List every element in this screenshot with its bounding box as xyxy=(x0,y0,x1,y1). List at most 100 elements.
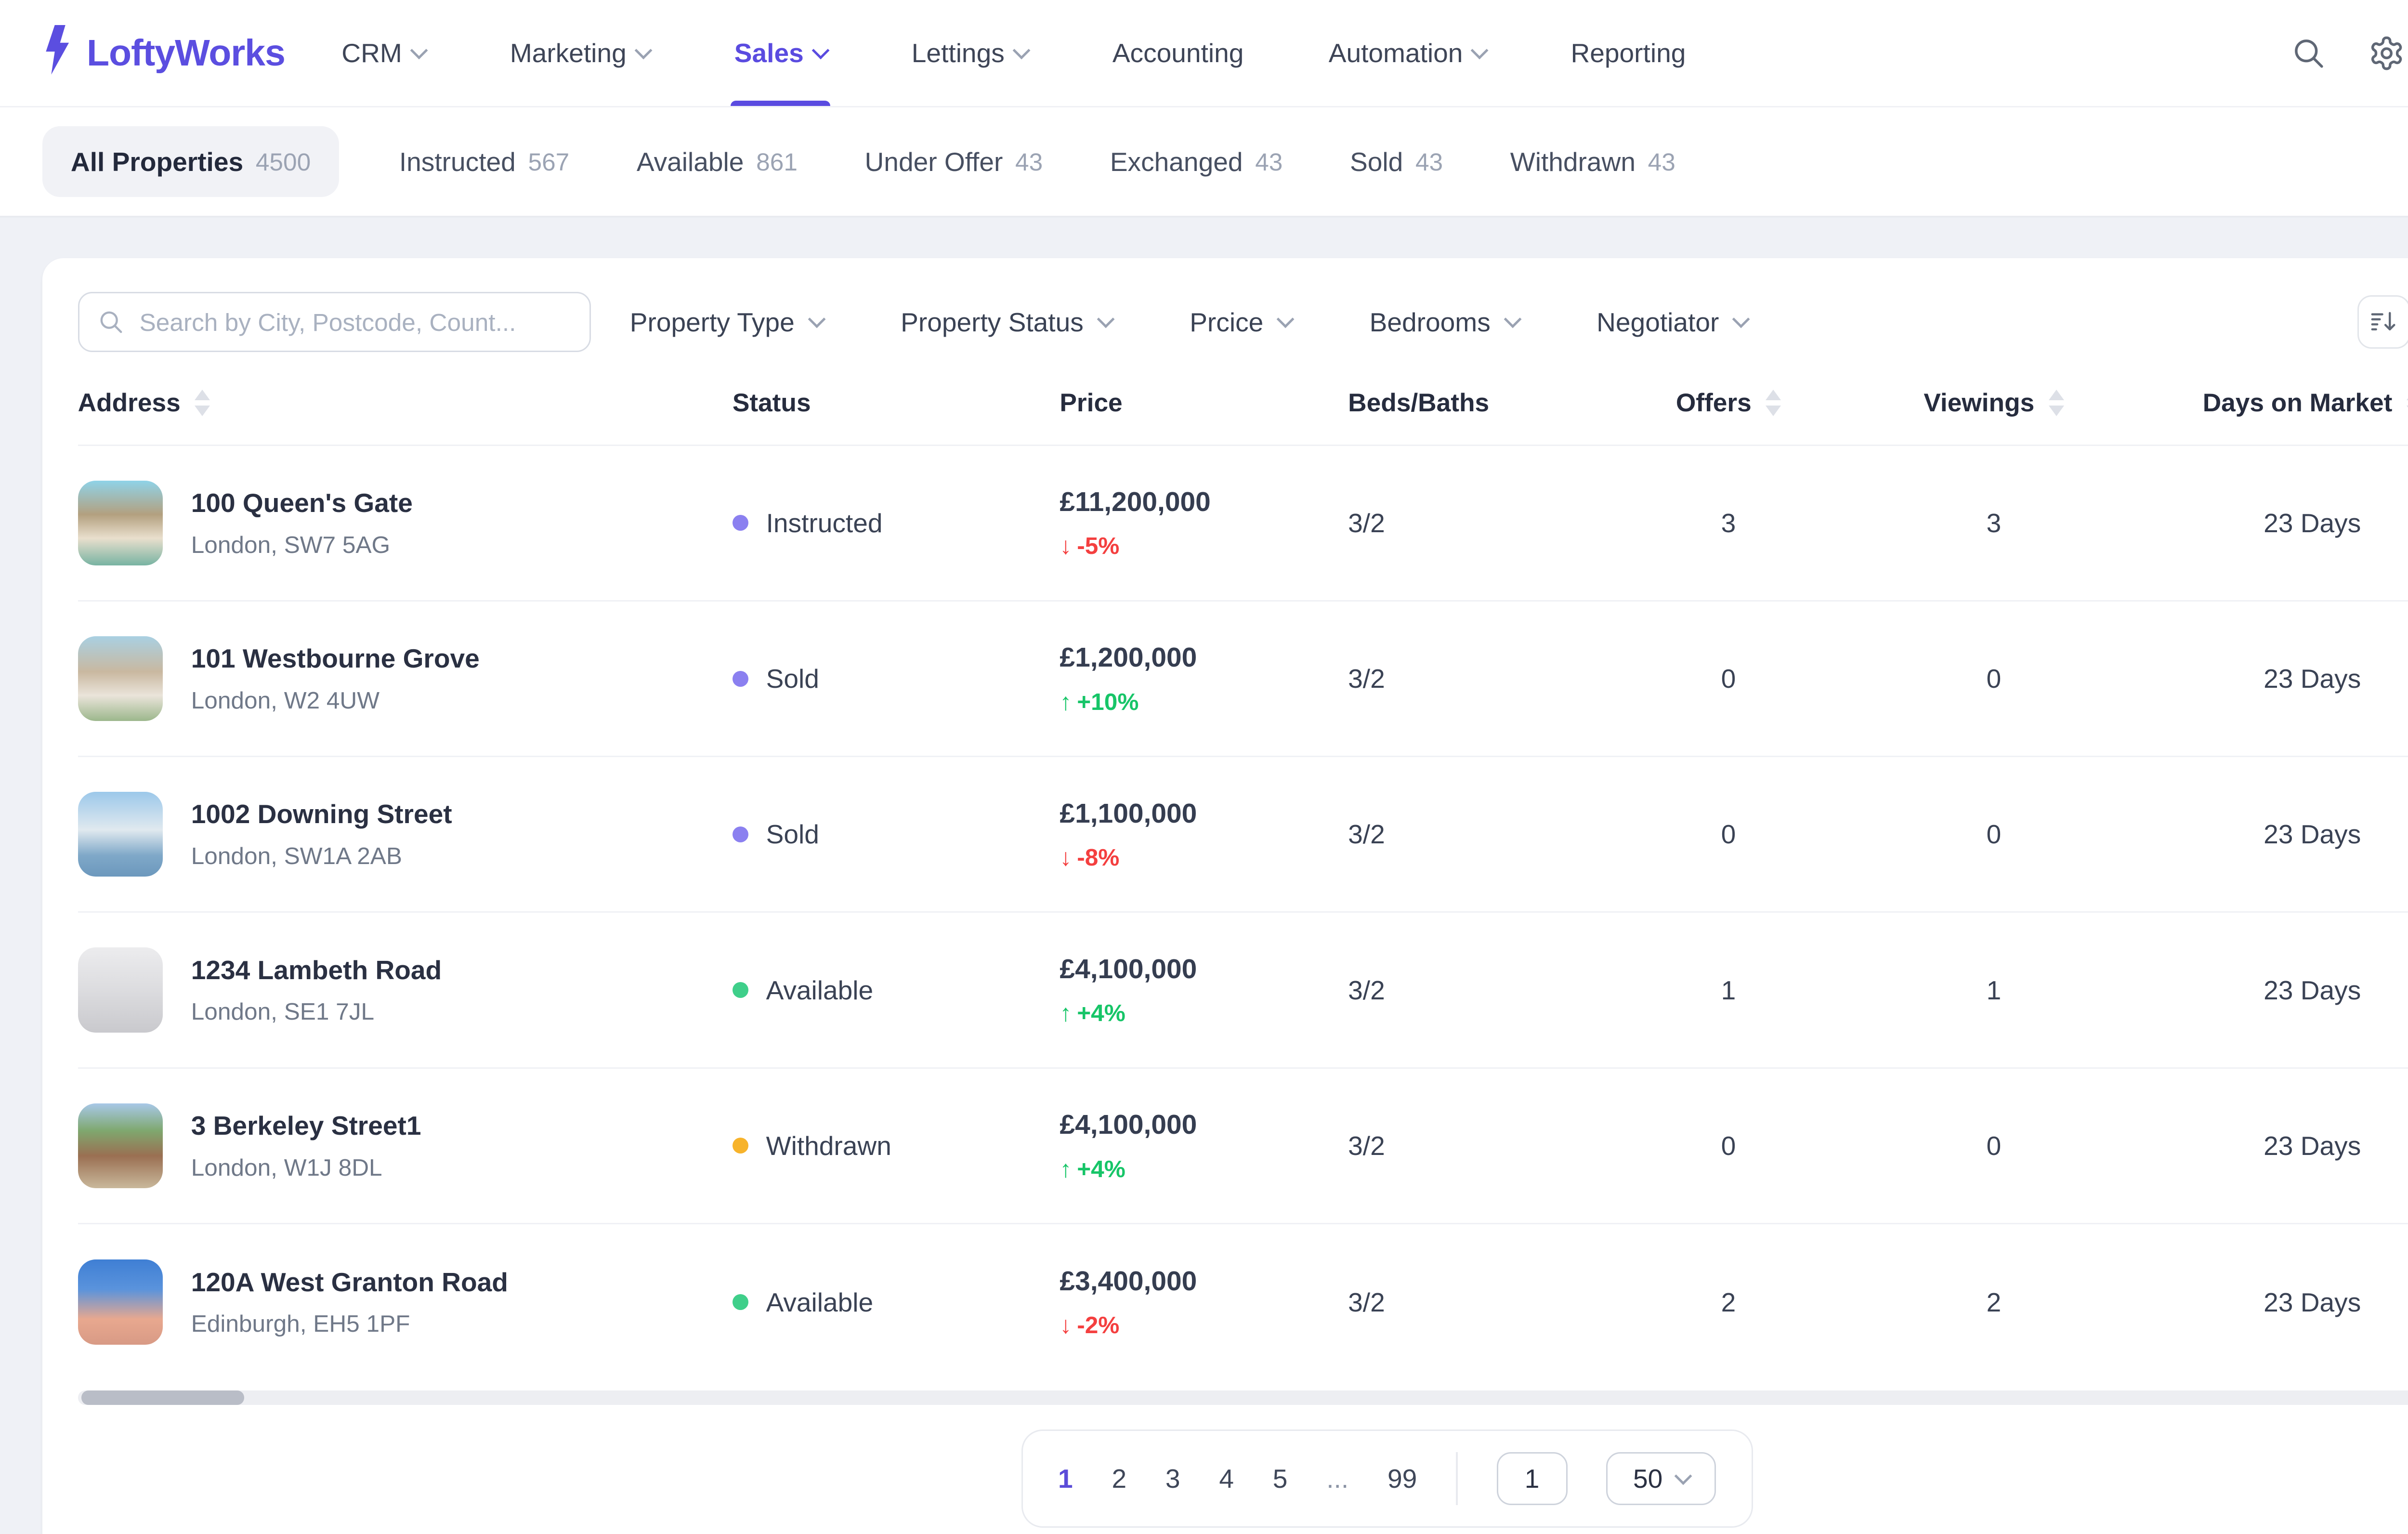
pagination-divider xyxy=(1456,1452,1458,1506)
tab-under-offer[interactable]: Under Offer 43 xyxy=(858,126,1050,197)
table-row[interactable]: 3 Berkeley Street1 London, W1J 8DL Withdr… xyxy=(78,1069,2408,1224)
column-header-address[interactable]: Address xyxy=(78,388,733,418)
view-controls xyxy=(2357,288,2408,355)
negotiator-dropdown[interactable]: Negotiator xyxy=(1597,307,1750,338)
offers-value: 3 xyxy=(1721,508,1736,538)
chevron-down-icon xyxy=(1732,310,1750,328)
tab-sold[interactable]: Sold 43 xyxy=(1343,126,1450,197)
tab-all-properties[interactable]: All Properties 4500 xyxy=(42,126,339,197)
days-on-market-value: 23 Days xyxy=(2264,1287,2361,1317)
beds-baths-value: 3/2 xyxy=(1348,975,1385,1005)
property-type-dropdown[interactable]: Property Type xyxy=(630,307,825,338)
beds-baths-value: 3/2 xyxy=(1348,508,1385,538)
status-tabs: All Properties 4500 Instructed 567 Availab… xyxy=(42,126,1682,197)
table-row[interactable]: 100 Queen's Gate London, SW7 5AG Instruct… xyxy=(78,446,2408,602)
viewings-value: 0 xyxy=(1986,664,2002,694)
column-header-status: Status xyxy=(732,388,811,417)
page-size-select[interactable]: 50 xyxy=(1606,1452,1716,1506)
price-change-arrow-icon: ↓ xyxy=(1060,1311,1072,1339)
table-row[interactable]: 1234 Lambeth Road London, SE1 7JL Availab… xyxy=(78,913,2408,1069)
nav-item-crm[interactable]: CRM xyxy=(341,0,428,106)
status-dot xyxy=(732,515,748,531)
page-button-5[interactable]: 5 xyxy=(1273,1463,1288,1494)
property-photo[interactable] xyxy=(78,1259,163,1345)
tab-exchanged[interactable]: Exchanged 43 xyxy=(1103,126,1290,197)
search-input[interactable] xyxy=(139,307,572,337)
chevron-down-icon xyxy=(410,41,428,59)
price-change: ↓ -2% xyxy=(1060,1311,1120,1339)
sort-arrows-icon xyxy=(2048,389,2064,416)
page-button-1[interactable]: 1 xyxy=(1058,1463,1073,1494)
price-change: ↑ +4% xyxy=(1060,999,1125,1027)
days-on-market-value: 23 Days xyxy=(2264,819,2361,850)
page-jump-input[interactable] xyxy=(1496,1452,1568,1506)
days-on-market-value: 23 Days xyxy=(2264,508,2361,538)
table-row[interactable]: 1002 Downing Street London, SW1A 2AB Sold… xyxy=(78,757,2408,913)
chevron-down-icon xyxy=(1471,41,1489,59)
days-on-market-value: 23 Days xyxy=(2264,1130,2361,1161)
page-button-3[interactable]: 3 xyxy=(1165,1463,1180,1494)
column-header-beds-baths: Beds/Baths xyxy=(1348,388,1490,417)
chevron-down-icon xyxy=(1012,41,1030,59)
column-header-offers[interactable]: Offers xyxy=(1596,388,1861,418)
chevron-down-icon xyxy=(1674,1467,1692,1485)
price-value: £1,200,000 xyxy=(1060,642,1197,673)
search-box[interactable] xyxy=(78,292,591,352)
price-dropdown[interactable]: Prcice xyxy=(1190,307,1295,338)
status-dot xyxy=(732,1294,748,1311)
horizontal-scrollbar-track[interactable] xyxy=(78,1390,2408,1405)
nav-item-sales[interactable]: Sales xyxy=(731,0,831,106)
top-navigation-bar: LoftyWorks CRM Marketing Sales Lettings … xyxy=(0,0,2408,106)
price-change-arrow-icon: ↓ xyxy=(1060,844,1072,871)
property-photo[interactable] xyxy=(78,480,163,565)
price-value: £3,400,000 xyxy=(1060,1265,1197,1297)
chevron-down-icon xyxy=(1504,310,1521,328)
page-button-2[interactable]: 2 xyxy=(1112,1463,1126,1494)
column-header-days-on-market[interactable]: Days on Market xyxy=(2126,388,2408,418)
nav-item-accounting[interactable]: Accounting xyxy=(1112,0,1244,106)
sort-arrows-icon xyxy=(1766,389,1781,416)
table-row[interactable]: 120A West Granton Road Edinburgh, EH5 1PF… xyxy=(78,1224,2408,1380)
search-icon[interactable] xyxy=(2290,34,2329,73)
chevron-down-icon xyxy=(808,310,825,328)
chevron-down-icon xyxy=(1276,310,1295,328)
price-change-arrow-icon: ↑ xyxy=(1060,688,1072,715)
price-change-arrow-icon: ↑ xyxy=(1060,999,1072,1027)
property-status-dropdown[interactable]: Property Status xyxy=(901,307,1114,338)
viewings-value: 2 xyxy=(1986,1287,2002,1317)
nav-item-lettings[interactable]: Lettings xyxy=(912,0,1030,106)
pagination-area: 1 2 3 4 5 ... 99 50 xyxy=(78,1405,2408,1534)
property-photo[interactable] xyxy=(78,947,163,1033)
column-header-viewings[interactable]: Viewings xyxy=(1861,388,2126,418)
property-photo[interactable] xyxy=(78,1103,163,1189)
status-dot xyxy=(732,1138,748,1154)
nav-item-automation[interactable]: Automation xyxy=(1329,0,1489,106)
page-ellipsis: ... xyxy=(1326,1464,1349,1494)
property-photo[interactable] xyxy=(78,636,163,721)
horizontal-scrollbar-thumb[interactable] xyxy=(81,1390,244,1405)
days-on-market-value: 23 Days xyxy=(2264,975,2361,1005)
page-button-4[interactable]: 4 xyxy=(1219,1463,1234,1494)
price-change-arrow-icon: ↓ xyxy=(1060,532,1072,560)
brand-logo-icon xyxy=(42,25,74,81)
tab-available[interactable]: Available 861 xyxy=(629,126,804,197)
property-photo[interactable] xyxy=(78,792,163,877)
nav-item-marketing[interactable]: Marketing xyxy=(510,0,652,106)
status-tabs-bar: All Properties 4500 Instructed 567 Availab… xyxy=(0,106,2408,216)
brand-logo[interactable]: LoftyWorks xyxy=(42,25,286,81)
sort-button[interactable] xyxy=(2357,295,2408,349)
page-button-99[interactable]: 99 xyxy=(1387,1463,1417,1494)
status-label: Available xyxy=(766,1287,874,1317)
price-change: ↓ -5% xyxy=(1060,532,1120,560)
table-row[interactable]: 101 Westbourne Grove London, W2 4UW Sold … xyxy=(78,602,2408,758)
status-dot xyxy=(732,982,748,998)
price-value: £4,100,000 xyxy=(1060,1109,1197,1141)
tab-withdrawn[interactable]: Withdrawn 43 xyxy=(1503,126,1683,197)
bedrooms-dropdown[interactable]: Bedrooms xyxy=(1370,307,1521,338)
chevron-down-icon xyxy=(1097,310,1114,328)
gear-icon[interactable] xyxy=(2367,34,2406,73)
tab-instructed[interactable]: Instructed 567 xyxy=(392,126,576,197)
table-body: 100 Queen's Gate London, SW7 5AG Instruct… xyxy=(78,446,2408,1380)
nav-item-reporting[interactable]: Reporting xyxy=(1570,0,1686,106)
column-header-price: Price xyxy=(1060,388,1123,417)
